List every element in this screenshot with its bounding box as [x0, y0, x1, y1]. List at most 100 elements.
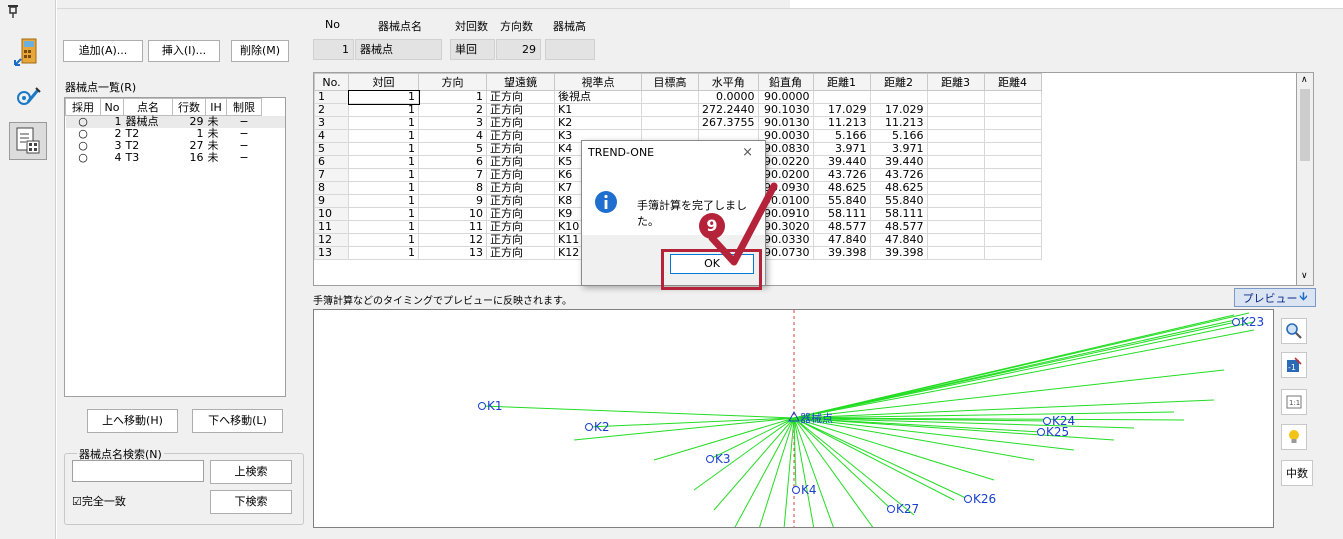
- grid-cell[interactable]: [983, 103, 1042, 117]
- grid-cell[interactable]: [983, 168, 1042, 182]
- grid-cell[interactable]: 1: [348, 142, 419, 156]
- grid-cell[interactable]: 1: [348, 246, 419, 260]
- grid-cell[interactable]: 39.398: [812, 246, 871, 260]
- grid-cell[interactable]: 48.577: [812, 220, 871, 234]
- grid-cell[interactable]: [926, 155, 985, 169]
- exact-match-checkbox[interactable]: ☑完全一致: [72, 493, 126, 509]
- grid-cell[interactable]: 正方向: [486, 220, 555, 234]
- grid-cell[interactable]: 11: [418, 220, 487, 234]
- grid-cell[interactable]: [641, 116, 699, 130]
- grid-cell[interactable]: 13: [418, 246, 487, 260]
- insert-button[interactable]: 挿入(I)...: [148, 40, 220, 62]
- grid-cell[interactable]: 9: [418, 194, 487, 208]
- grid-scrollbar[interactable]: ∧ ∨: [1297, 72, 1314, 286]
- search-input[interactable]: [72, 460, 204, 482]
- grid-col-header[interactable]: 水平角: [698, 73, 759, 91]
- pin-icon[interactable]: [7, 4, 19, 18]
- grid-cell[interactable]: K2: [554, 116, 642, 130]
- move-down-button[interactable]: 下へ移動(L): [192, 409, 283, 433]
- grid-cell[interactable]: 1: [348, 129, 419, 143]
- grid-cell[interactable]: 39.440: [869, 155, 928, 169]
- grid-cell[interactable]: K1: [554, 103, 642, 117]
- grid-cell[interactable]: [869, 90, 928, 104]
- grid-cell[interactable]: 10: [418, 207, 487, 221]
- grid-col-header[interactable]: No.: [314, 73, 349, 91]
- grid-cell[interactable]: 1: [348, 168, 419, 182]
- lightbulb-icon[interactable]: [1281, 424, 1307, 450]
- grid-cell[interactable]: 1: [348, 207, 419, 221]
- grid-cell[interactable]: [983, 116, 1042, 130]
- grid-cell[interactable]: 90.0030: [757, 129, 814, 143]
- grid-col-header[interactable]: 距離1: [812, 73, 871, 91]
- grid-cell[interactable]: 正方向: [486, 181, 555, 195]
- survey-instrument-icon[interactable]: [14, 84, 42, 112]
- grid-cell[interactable]: 17.029: [869, 103, 928, 117]
- search-up-button[interactable]: 上検索: [210, 460, 292, 484]
- grid-cell[interactable]: 正方向: [486, 155, 555, 169]
- grid-cell[interactable]: 0.0000: [698, 90, 759, 104]
- grid-cell[interactable]: [926, 103, 985, 117]
- grid-cell[interactable]: [926, 168, 985, 182]
- grid-cell[interactable]: 43.726: [812, 168, 871, 182]
- grid-cell[interactable]: [926, 233, 985, 247]
- grid-cell[interactable]: 47.840: [869, 233, 928, 247]
- grid-cell[interactable]: 正方向: [486, 116, 555, 130]
- grid-cell[interactable]: 7: [418, 168, 487, 182]
- grid-cell[interactable]: 3.971: [812, 142, 871, 156]
- grid-cell[interactable]: [983, 246, 1042, 260]
- grid-cell[interactable]: 58.111: [812, 207, 871, 221]
- close-icon[interactable]: ×: [742, 141, 753, 165]
- scale-icon[interactable]: -1: [1281, 352, 1307, 378]
- grid-col-header[interactable]: 距離4: [983, 73, 1042, 91]
- inst-row[interactable]: ○ 2 T2 1 未 −: [66, 128, 286, 140]
- inst-col-use[interactable]: 採用: [65, 98, 101, 116]
- grid-cell[interactable]: [926, 116, 985, 130]
- grid-cell[interactable]: [926, 194, 985, 208]
- grid-cell[interactable]: [983, 129, 1042, 143]
- grid-cell[interactable]: 1: [348, 116, 419, 130]
- grid-cell[interactable]: 11.213: [869, 116, 928, 130]
- grid-cell[interactable]: [983, 207, 1042, 221]
- grid-cell[interactable]: 3.971: [869, 142, 928, 156]
- delete-button[interactable]: 削除(M): [231, 40, 289, 62]
- grid-cell[interactable]: 1: [418, 90, 487, 104]
- inst-col-ih[interactable]: IH: [205, 98, 227, 116]
- grid-cell[interactable]: 55.840: [812, 194, 871, 208]
- grid-cell[interactable]: [926, 90, 985, 104]
- grid-cell[interactable]: 1: [347, 89, 420, 105]
- grid-cell[interactable]: 8: [418, 181, 487, 195]
- grid-cell[interactable]: 1: [348, 220, 419, 234]
- inst-list[interactable]: 採用 No 点名 行数 IH 制限 ○ 1 器械点 29 未 − ○ 2 T2 …: [64, 97, 286, 397]
- grid-cell[interactable]: 5.166: [869, 129, 928, 143]
- grid-cell[interactable]: 1: [348, 181, 419, 195]
- inst-col-limit[interactable]: 制限: [226, 98, 262, 116]
- grid-cell[interactable]: 58.111: [869, 207, 928, 221]
- observation-grid[interactable]: No. 対回 方向 望遠鏡 視準点 目標高 水平角 鉛直角 距離1 距離2 距離3 距離4 1 1 1 正方…: [313, 72, 1297, 286]
- scroll-up-icon[interactable]: ∧: [1301, 75, 1308, 85]
- grid-col-header[interactable]: 目標高: [641, 73, 699, 91]
- grid-cell[interactable]: 正方向: [486, 246, 555, 260]
- grid-cell[interactable]: 後視点: [554, 90, 642, 104]
- grid-cell[interactable]: 正方向: [486, 233, 555, 247]
- grid-cell[interactable]: 正方向: [486, 168, 555, 182]
- add-button[interactable]: 追加(A)...: [63, 40, 143, 62]
- grid-cell[interactable]: 正方向: [486, 142, 555, 156]
- calculator-icon[interactable]: [12, 37, 44, 69]
- grid-cell[interactable]: 12: [418, 233, 487, 247]
- preview-button[interactable]: プレビュー 🡫: [1234, 288, 1316, 307]
- grid-cell[interactable]: [983, 194, 1042, 208]
- fit-icon[interactable]: 1:1: [1281, 389, 1307, 415]
- grid-cell[interactable]: [983, 142, 1042, 156]
- grid-cell[interactable]: 17.029: [812, 103, 871, 117]
- grid-cell[interactable]: [983, 181, 1042, 195]
- grid-cell[interactable]: 1: [348, 103, 419, 117]
- grid-cell[interactable]: [926, 129, 985, 143]
- grid-cell[interactable]: [926, 246, 985, 260]
- grid-cell[interactable]: 3: [418, 116, 487, 130]
- inst-col-lines[interactable]: 行数: [172, 98, 206, 116]
- grid-cell[interactable]: [983, 90, 1042, 104]
- grid-col-header[interactable]: 方向: [418, 73, 487, 91]
- scroll-thumb[interactable]: [1300, 89, 1310, 161]
- grid-cell[interactable]: [983, 220, 1042, 234]
- grid-cell[interactable]: 267.3755: [698, 116, 759, 130]
